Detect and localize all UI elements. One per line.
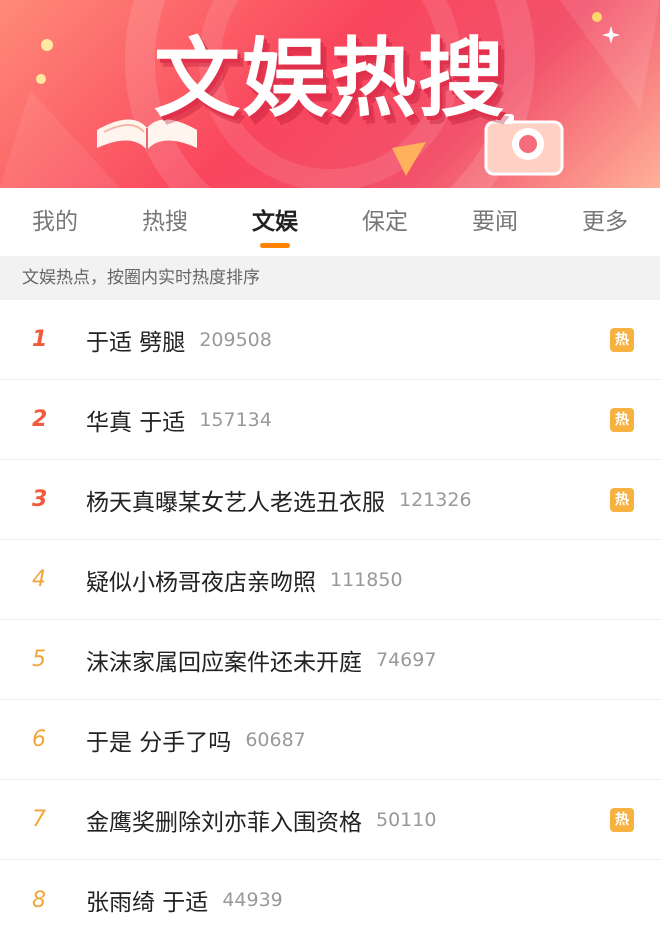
item-title: 杨天真曝某女艺人老选丑衣服 <box>86 489 385 516</box>
list-item[interactable]: 5 沫沫家属回应案件还未开庭 74697 <box>0 620 660 700</box>
hot-badge-icon: 热 <box>610 808 634 832</box>
triangle-decoration <box>392 142 426 176</box>
item-title: 于适 劈腿 <box>86 329 186 356</box>
tab-more[interactable]: 更多 <box>550 188 660 256</box>
list-item[interactable]: 6 于是 分手了吗 60687 <box>0 700 660 780</box>
list-item[interactable]: 1 于适 劈腿 209508 热 <box>0 300 660 380</box>
heat-count: 111850 <box>330 568 403 591</box>
rank-number: 1 <box>32 327 48 352</box>
item-title: 华真 于适 <box>86 409 186 436</box>
heat-count: 121326 <box>399 488 472 511</box>
rank-number: 4 <box>32 567 46 592</box>
item-title: 金鹰奖删除刘亦菲入围资格 <box>86 809 362 836</box>
tab-baoding[interactable]: 保定 <box>330 188 440 256</box>
list-item[interactable]: 4 疑似小杨哥夜店亲吻照 111850 <box>0 540 660 620</box>
list-item[interactable]: 3 杨天真曝某女艺人老选丑衣服 121326 热 <box>0 460 660 540</box>
tab-entertainment[interactable]: 文娱 <box>220 188 330 256</box>
heat-count: 44939 <box>222 889 283 911</box>
banner: 文娱热搜 <box>0 0 660 188</box>
rank-number: 6 <box>32 727 46 752</box>
item-title: 张雨绮 于适 <box>86 890 209 916</box>
hot-badge-icon: 热 <box>610 328 634 352</box>
tab-hot-search[interactable]: 热搜 <box>110 188 220 256</box>
rank-number: 7 <box>32 807 46 832</box>
list-description: 文娱热点，按圈内实时热度排序 <box>0 256 660 300</box>
heat-count: 209508 <box>199 328 272 351</box>
rank-number: 8 <box>32 887 46 913</box>
heat-count: 50110 <box>376 808 437 831</box>
hot-search-list: 1 于适 劈腿 209508 热 2 华真 于适 157134 热 3 杨天真曝… <box>0 300 660 940</box>
hot-badge-icon: 热 <box>610 408 634 432</box>
heat-count: 60687 <box>245 728 306 751</box>
rank-number: 2 <box>32 407 48 432</box>
list-item[interactable]: 7 金鹰奖删除刘亦菲入围资格 50110 热 <box>0 780 660 860</box>
rank-number: 3 <box>32 487 48 512</box>
item-title: 疑似小杨哥夜店亲吻照 <box>86 569 316 596</box>
tab-bar: 我的 热搜 文娱 保定 要闻 更多 <box>0 188 660 256</box>
heat-count: 157134 <box>199 408 272 431</box>
banner-title: 文娱热搜 <box>154 29 506 129</box>
list-item[interactable]: 8 张雨绮 于适 44939 <box>0 860 660 940</box>
item-title: 沫沫家属回应案件还未开庭 <box>86 649 362 676</box>
tab-news[interactable]: 要闻 <box>440 188 550 256</box>
heat-count: 74697 <box>376 648 437 671</box>
hot-badge-icon: 热 <box>610 488 634 512</box>
rank-number: 5 <box>32 647 46 672</box>
item-title: 于是 分手了吗 <box>86 729 232 756</box>
list-item[interactable]: 2 华真 于适 157134 热 <box>0 380 660 460</box>
tab-mine[interactable]: 我的 <box>0 188 110 256</box>
